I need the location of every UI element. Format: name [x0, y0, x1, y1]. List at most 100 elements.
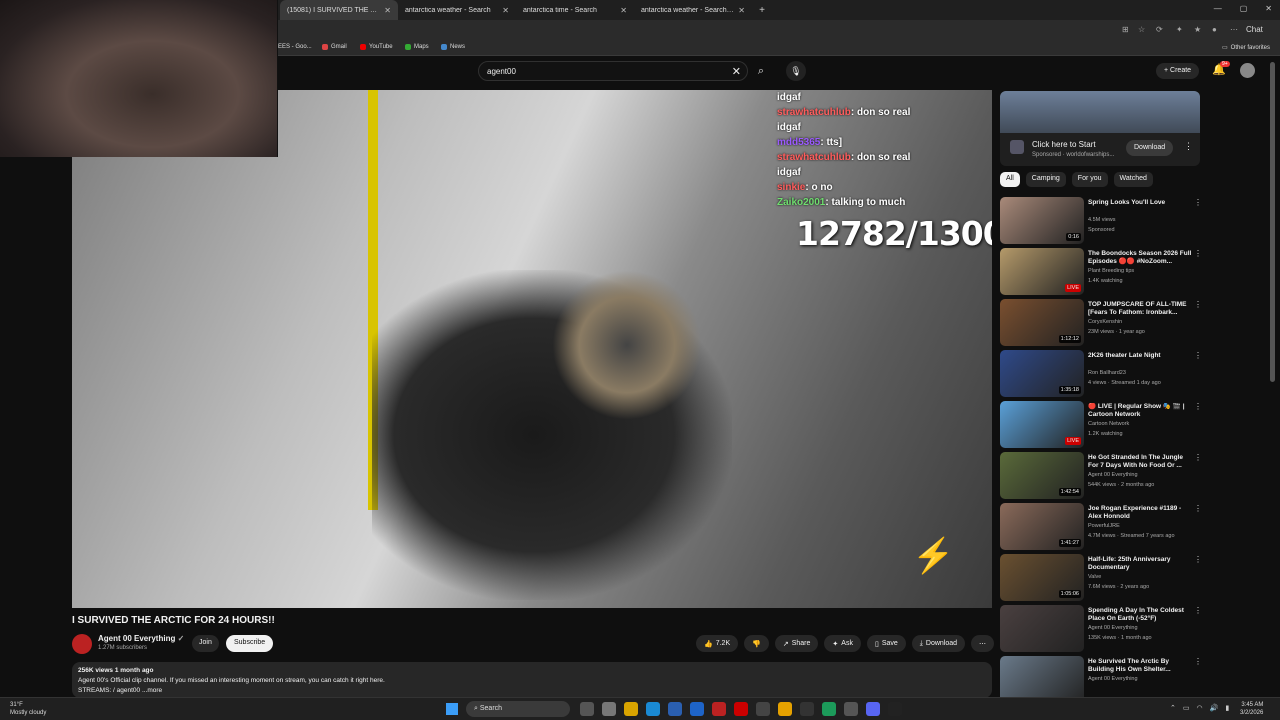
ask-button[interactable]: ✦ Ask: [824, 635, 861, 652]
subscribe-button[interactable]: Subscribe: [226, 635, 274, 652]
account-avatar[interactable]: [1240, 63, 1255, 78]
clear-search-icon[interactable]: ✕: [732, 65, 741, 78]
edge-icon[interactable]: [646, 702, 660, 716]
extensions-icon[interactable]: ✦: [1176, 25, 1183, 34]
taskbar-clock[interactable]: 3:45 AM 3/2/2026: [1240, 701, 1263, 717]
more-options-icon[interactable]: ⋮: [1194, 504, 1202, 513]
apps-icon[interactable]: ⊞: [1122, 25, 1129, 34]
channel-name[interactable]: Agent 00 Everything ✓: [98, 634, 184, 643]
recommendation-title[interactable]: TOP JUMPSCARE OF ALL-TIME [Fears To Fath…: [1088, 301, 1192, 317]
recommendation-item[interactable]: 1:41:27 Joe Rogan Experience #1189 - Alex…: [1000, 503, 1205, 554]
network-icon[interactable]: ▭: [1183, 704, 1190, 712]
favorite-star-icon[interactable]: ☆: [1138, 25, 1145, 34]
channel-avatar[interactable]: [72, 634, 92, 654]
app-icon[interactable]: [800, 702, 814, 716]
video-thumbnail[interactable]: 1:41:27: [1000, 503, 1084, 550]
netflix-icon[interactable]: [734, 702, 748, 716]
discord-icon[interactable]: [866, 702, 880, 716]
video-thumbnail[interactable]: LIVE: [1000, 248, 1084, 295]
chrome-icon[interactable]: [778, 702, 792, 716]
share-button[interactable]: ↗ Share: [774, 635, 819, 652]
close-tab-icon[interactable]: ✕: [502, 6, 509, 15]
app-icon[interactable]: [888, 702, 902, 716]
close-tab-icon[interactable]: ✕: [738, 6, 745, 15]
close-tab-icon[interactable]: ✕: [384, 6, 391, 15]
recommendation-item[interactable]: 1:42:54 He Got Stranded In The Jungle For…: [1000, 452, 1205, 503]
download-button[interactable]: ⤓ Download: [911, 635, 966, 652]
more-options-icon[interactable]: ⋮: [1194, 657, 1202, 666]
weather-widget[interactable]: 31°F Mostly cloudy: [10, 701, 46, 717]
browser-tab[interactable]: antarctica weather - Search ✕: [398, 0, 516, 20]
recommendation-item[interactable]: 1:35:18 2K26 theater Late Night Ron Ballha…: [1000, 350, 1205, 401]
chat-copilot-button[interactable]: Chat: [1246, 25, 1263, 34]
app-icon[interactable]: [844, 702, 858, 716]
filter-chip[interactable]: Watched: [1113, 172, 1153, 187]
close-tab-icon[interactable]: ✕: [620, 6, 627, 15]
volume-icon[interactable]: 🔊: [1210, 704, 1219, 712]
recommendation-title[interactable]: Spring Looks You'll Love: [1088, 199, 1192, 207]
recommendation-title[interactable]: Half-Life: 25th Anniversary Documentary: [1088, 556, 1192, 572]
video-thumbnail[interactable]: 1:05:06: [1000, 554, 1084, 601]
notepad-icon[interactable]: [602, 702, 616, 716]
app-icon[interactable]: [756, 702, 770, 716]
more-options-icon[interactable]: ⋮: [1194, 606, 1202, 615]
browser-tab[interactable]: antarctica weather - Search Images ✕: [634, 0, 752, 20]
more-options-icon[interactable]: ⋮: [1194, 453, 1202, 462]
ad-more-icon[interactable]: ⋮: [1184, 141, 1193, 152]
browser-tab[interactable]: antarctica time - Search ✕: [516, 0, 634, 20]
new-tab-button[interactable]: +: [752, 5, 772, 16]
minimize-icon[interactable]: —: [1214, 4, 1222, 13]
sponsored-ad[interactable]: Click here to Start Sponsored · worldofw…: [1000, 91, 1200, 166]
favorites-icon[interactable]: ★: [1194, 25, 1201, 34]
video-player[interactable]: idgaf strawhatcuhlub: don so real idgaf mdd…: [72, 90, 992, 608]
youtube-app-icon[interactable]: [712, 702, 726, 716]
recommendation-title[interactable]: Joe Rogan Experience #1189 - Alex Honnol…: [1088, 505, 1192, 521]
recommendation-item[interactable]: LIVE The Boondocks Season 2026 Full Episo…: [1000, 248, 1205, 299]
spotify-icon[interactable]: [822, 702, 836, 716]
filter-chip[interactable]: For you: [1071, 172, 1108, 187]
bookmark-youtube[interactable]: YouTube: [360, 44, 393, 50]
file-explorer-icon[interactable]: [624, 702, 638, 716]
more-options-icon[interactable]: ⋮: [1194, 351, 1202, 360]
bookmark-gmail[interactable]: Gmail: [322, 44, 347, 50]
recommendation-title[interactable]: 🔴 LIVE | Regular Show 🎭 🎬 | Cartoon Netw…: [1088, 403, 1192, 419]
dislike-button[interactable]: 👎: [744, 635, 769, 652]
recommendation-title[interactable]: He Survived The Arctic By Building His O…: [1088, 658, 1192, 674]
filter-chip[interactable]: All: [1000, 172, 1020, 187]
taskbar-search[interactable]: ⌕ Search: [466, 701, 570, 717]
task-view-icon[interactable]: [580, 702, 594, 716]
video-thumbnail[interactable]: [1000, 656, 1084, 703]
bookmark-maps[interactable]: Maps: [405, 44, 429, 50]
close-window-icon[interactable]: ✕: [1265, 4, 1272, 13]
profile-icon[interactable]: ●: [1212, 25, 1217, 34]
recommendation-title[interactable]: Spending A Day In The Coldest Place On E…: [1088, 607, 1192, 623]
browser-tab[interactable]: (15081) I SURVIVED THE ARCTIC ✕: [280, 0, 398, 20]
search-icon[interactable]: ⌕: [750, 61, 772, 81]
recommendation-item[interactable]: 0:16 Spring Looks You'll Love 4.5M views Sp…: [1000, 197, 1205, 248]
menu-icon[interactable]: ⋯: [1230, 25, 1238, 34]
battery-icon[interactable]: ▮: [1225, 704, 1229, 712]
video-thumbnail[interactable]: 1:42:54: [1000, 452, 1084, 499]
chevron-up-icon[interactable]: ⌃: [1170, 704, 1176, 712]
maximize-icon[interactable]: ▢: [1240, 4, 1248, 13]
other-favorites[interactable]: ▭ Other favorites: [1222, 44, 1270, 52]
more-options-icon[interactable]: ⋮: [1194, 555, 1202, 564]
filter-chip[interactable]: Camping: [1025, 172, 1066, 187]
recommendation-item[interactable]: LIVE 🔴 LIVE | Regular Show 🎭 🎬 | Cartoon …: [1000, 401, 1205, 452]
wifi-icon[interactable]: ◠: [1197, 704, 1203, 712]
ad-title[interactable]: Click here to Start: [1032, 140, 1096, 149]
recommendation-title[interactable]: 2K26 theater Late Night: [1088, 352, 1192, 360]
windows-start-icon[interactable]: [446, 703, 458, 715]
refresh-icon[interactable]: ⟳: [1156, 25, 1163, 34]
recommendation-title[interactable]: The Boondocks Season 2026 Full Episodes …: [1088, 250, 1192, 266]
search-input[interactable]: agent00 ✕: [478, 61, 748, 81]
calculator-icon[interactable]: [668, 702, 682, 716]
video-thumbnail[interactable]: [1000, 605, 1084, 652]
microphone-icon[interactable]: 🎙: [786, 61, 806, 81]
page-scrollbar[interactable]: [1270, 62, 1275, 382]
like-button[interactable]: 👍 7.2K: [696, 635, 739, 652]
outlook-icon[interactable]: [690, 702, 704, 716]
recommendation-item[interactable]: 1:05:06 Half-Life: 25th Anniversary Docum…: [1000, 554, 1205, 605]
video-thumbnail[interactable]: 1:35:18: [1000, 350, 1084, 397]
create-button[interactable]: + Create: [1156, 63, 1200, 79]
